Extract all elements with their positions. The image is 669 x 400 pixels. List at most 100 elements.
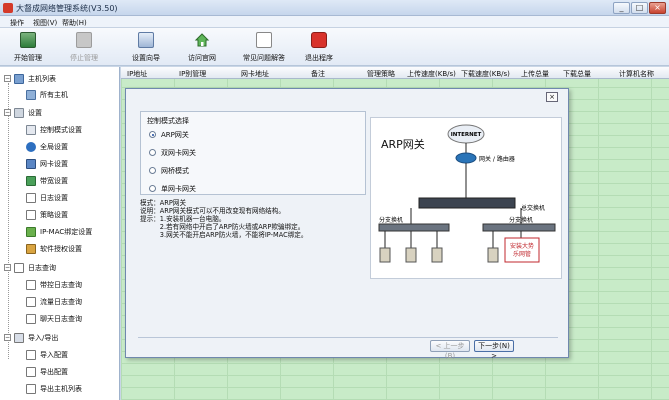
collapse-icon[interactable]: −: [4, 264, 11, 271]
menu-operate[interactable]: 操作: [10, 18, 24, 28]
license-icon: [26, 244, 36, 254]
group-title: 控制模式选择: [147, 117, 189, 125]
minimize-button[interactable]: _: [613, 2, 630, 14]
tree-item-chat-log[interactable]: 聊天日志查询: [0, 311, 120, 327]
radio-dot[interactable]: [149, 167, 156, 174]
prev-step-button[interactable]: < 上一步(B): [430, 340, 470, 360]
export-icon: [26, 367, 36, 377]
column-mac[interactable]: 网卡地址: [241, 69, 269, 79]
faq-icon: [256, 32, 272, 48]
core-switch-label: 总交换机: [521, 204, 545, 212]
tree-group-host-list[interactable]: − 主机列表: [0, 71, 120, 87]
network-topology-illustration: ARP网关 INTERNET 网关 / 路由器 总交换机 分支换机 分支换机 安…: [378, 124, 556, 263]
right-switch-icon: [482, 223, 556, 232]
dialog-close-button[interactable]: ×: [546, 92, 558, 102]
dialog-separator: [138, 337, 558, 338]
host-pc-icon: [379, 247, 391, 263]
faq-button[interactable]: 常见问题解答: [238, 31, 290, 63]
import-icon: [26, 350, 36, 360]
collapse-icon[interactable]: −: [4, 109, 11, 116]
stop-manage-button[interactable]: 停止管理: [60, 31, 108, 63]
column-note[interactable]: 备注: [311, 69, 325, 79]
globe-icon: [26, 142, 36, 152]
tree-group-import-export[interactable]: − 导入/导出: [0, 330, 120, 346]
menu-help[interactable]: 帮助(H): [62, 18, 87, 28]
document-icon: [26, 314, 36, 324]
document-icon: [26, 297, 36, 307]
title-bar: 大督成网络管理系统(V3.50) _ □ ×: [0, 0, 669, 16]
start-manage-button[interactable]: 开始管理: [4, 31, 52, 63]
next-step-button[interactable]: 下一步(N) >: [474, 340, 514, 360]
home-icon: [194, 33, 210, 47]
toolbar: 开始管理 停止管理 设置向导 访问官网 常见问题解答 退出程序: [0, 28, 669, 66]
settings-icon: [14, 108, 24, 118]
maximize-button[interactable]: □: [631, 2, 648, 14]
tree-group-settings[interactable]: − 设置: [0, 105, 120, 121]
radio-dot[interactable]: [149, 149, 156, 156]
computer-icon: [26, 90, 36, 100]
tree-item-control-mode[interactable]: 控制模式设置: [0, 122, 120, 138]
radio-dot[interactable]: [149, 185, 156, 192]
network-card-icon: [26, 159, 36, 169]
column-ip[interactable]: IP地址: [127, 69, 147, 79]
exit-button[interactable]: 退出程序: [295, 31, 343, 63]
core-switch-icon: [418, 197, 516, 209]
manager-host-box: [504, 237, 540, 263]
collapse-icon[interactable]: −: [4, 75, 11, 82]
tree-item-ip-mac-binding[interactable]: IP-MAC绑定设置: [0, 224, 120, 240]
close-button[interactable]: ×: [649, 2, 666, 14]
menu-view[interactable]: 视图(V): [33, 18, 57, 28]
right-switch-label: 分支换机: [509, 216, 533, 224]
window-title: 大督成网络管理系统(V3.50): [16, 4, 118, 13]
column-computer-name[interactable]: 计算机名称: [619, 69, 654, 79]
diagram-title: ARP网关: [381, 137, 425, 151]
table-header: IP地址 IP别管理 网卡地址 备注 管理策略 上传速度(KB/s) 下载速度(…: [121, 67, 669, 79]
column-policy[interactable]: 管理策略: [367, 69, 395, 79]
tree-item-bandwidth-settings[interactable]: 带宽设置: [0, 173, 120, 189]
control-mode-icon: [26, 125, 36, 135]
tree-item-export-config[interactable]: 导出配置: [0, 364, 120, 380]
host-list-icon: [14, 74, 24, 84]
document-icon: [26, 280, 36, 290]
visit-website-button[interactable]: 访问官网: [178, 31, 226, 63]
menu-bar: 操作 视图(V) 帮助(H): [0, 16, 669, 28]
column-upload-total[interactable]: 上传总量: [521, 69, 549, 79]
tree-item-all-hosts[interactable]: 所有主机: [0, 87, 120, 103]
wizard-button[interactable]: 设置向导: [122, 31, 170, 63]
tree-group-log-query[interactable]: − 日志查询: [0, 260, 120, 276]
tree-item-policy-settings[interactable]: 策略设置: [0, 207, 120, 223]
desc-line: 模式：ARP网关: [140, 199, 187, 207]
mode-description: 模式：ARP网关 说明：ARP网关模式可以不用改变现有网络结构。 提示：1.安装…: [140, 199, 354, 239]
wizard-icon: [138, 32, 154, 48]
column-upload-speed[interactable]: 上传速度(KB/s): [407, 69, 456, 79]
tree-item-nic-settings[interactable]: 网卡设置: [0, 156, 120, 172]
column-ip-group[interactable]: IP别管理: [179, 69, 206, 79]
tree-item-global-settings[interactable]: 全局设置: [0, 139, 120, 155]
stop-manage-icon: [76, 32, 92, 48]
tree-item-import-config[interactable]: 导入配置: [0, 347, 120, 363]
control-mode-group: 控制模式选择 ARP网关 双网卡网关 网桥模式 单网卡网关: [140, 111, 366, 195]
desc-line: 说明：ARP网关模式可以不用改变现有网络结构。: [140, 207, 285, 215]
tree-item-log-settings[interactable]: 日志设置: [0, 190, 120, 206]
host-pc-icon: [431, 247, 443, 263]
tree-item-control-log[interactable]: 带控日志查询: [0, 277, 120, 293]
setup-wizard-dialog: × 控制模式选择 ARP网关 双网卡网关 网桥模式 单网卡网关 模式：ARP网关…: [125, 88, 569, 360]
tree-item-traffic-log[interactable]: 流量日志查询: [0, 294, 120, 310]
radio-dot[interactable]: [149, 131, 156, 138]
router-label: 网关 / 路由器: [479, 155, 515, 163]
tree-item-license-settings[interactable]: 软件授权设置: [0, 241, 120, 257]
internet-label: INTERNET: [451, 132, 482, 138]
collapse-icon[interactable]: −: [4, 334, 11, 341]
ip-mac-icon: [26, 227, 36, 237]
policy-icon: [26, 210, 36, 220]
left-switch-label: 分支换机: [379, 216, 403, 224]
column-download-speed[interactable]: 下载速度(KB/s): [461, 69, 510, 79]
network-diagram: ARP网关 INTERNET 网关 / 路由器 总交换机 分支换机 分支换机 安…: [370, 117, 562, 279]
column-download-total[interactable]: 下载总量: [563, 69, 591, 79]
host-pc-icon: [487, 247, 499, 263]
navigation-tree: − 主机列表 所有主机 − 设置 控制模式设置 全局设置 网卡设置 带宽设置 日…: [0, 67, 120, 400]
left-switch-icon: [378, 223, 450, 232]
tree-item-export-host-list[interactable]: 导出主机列表: [0, 381, 120, 397]
log-icon: [26, 193, 36, 203]
start-manage-icon: [20, 32, 36, 48]
